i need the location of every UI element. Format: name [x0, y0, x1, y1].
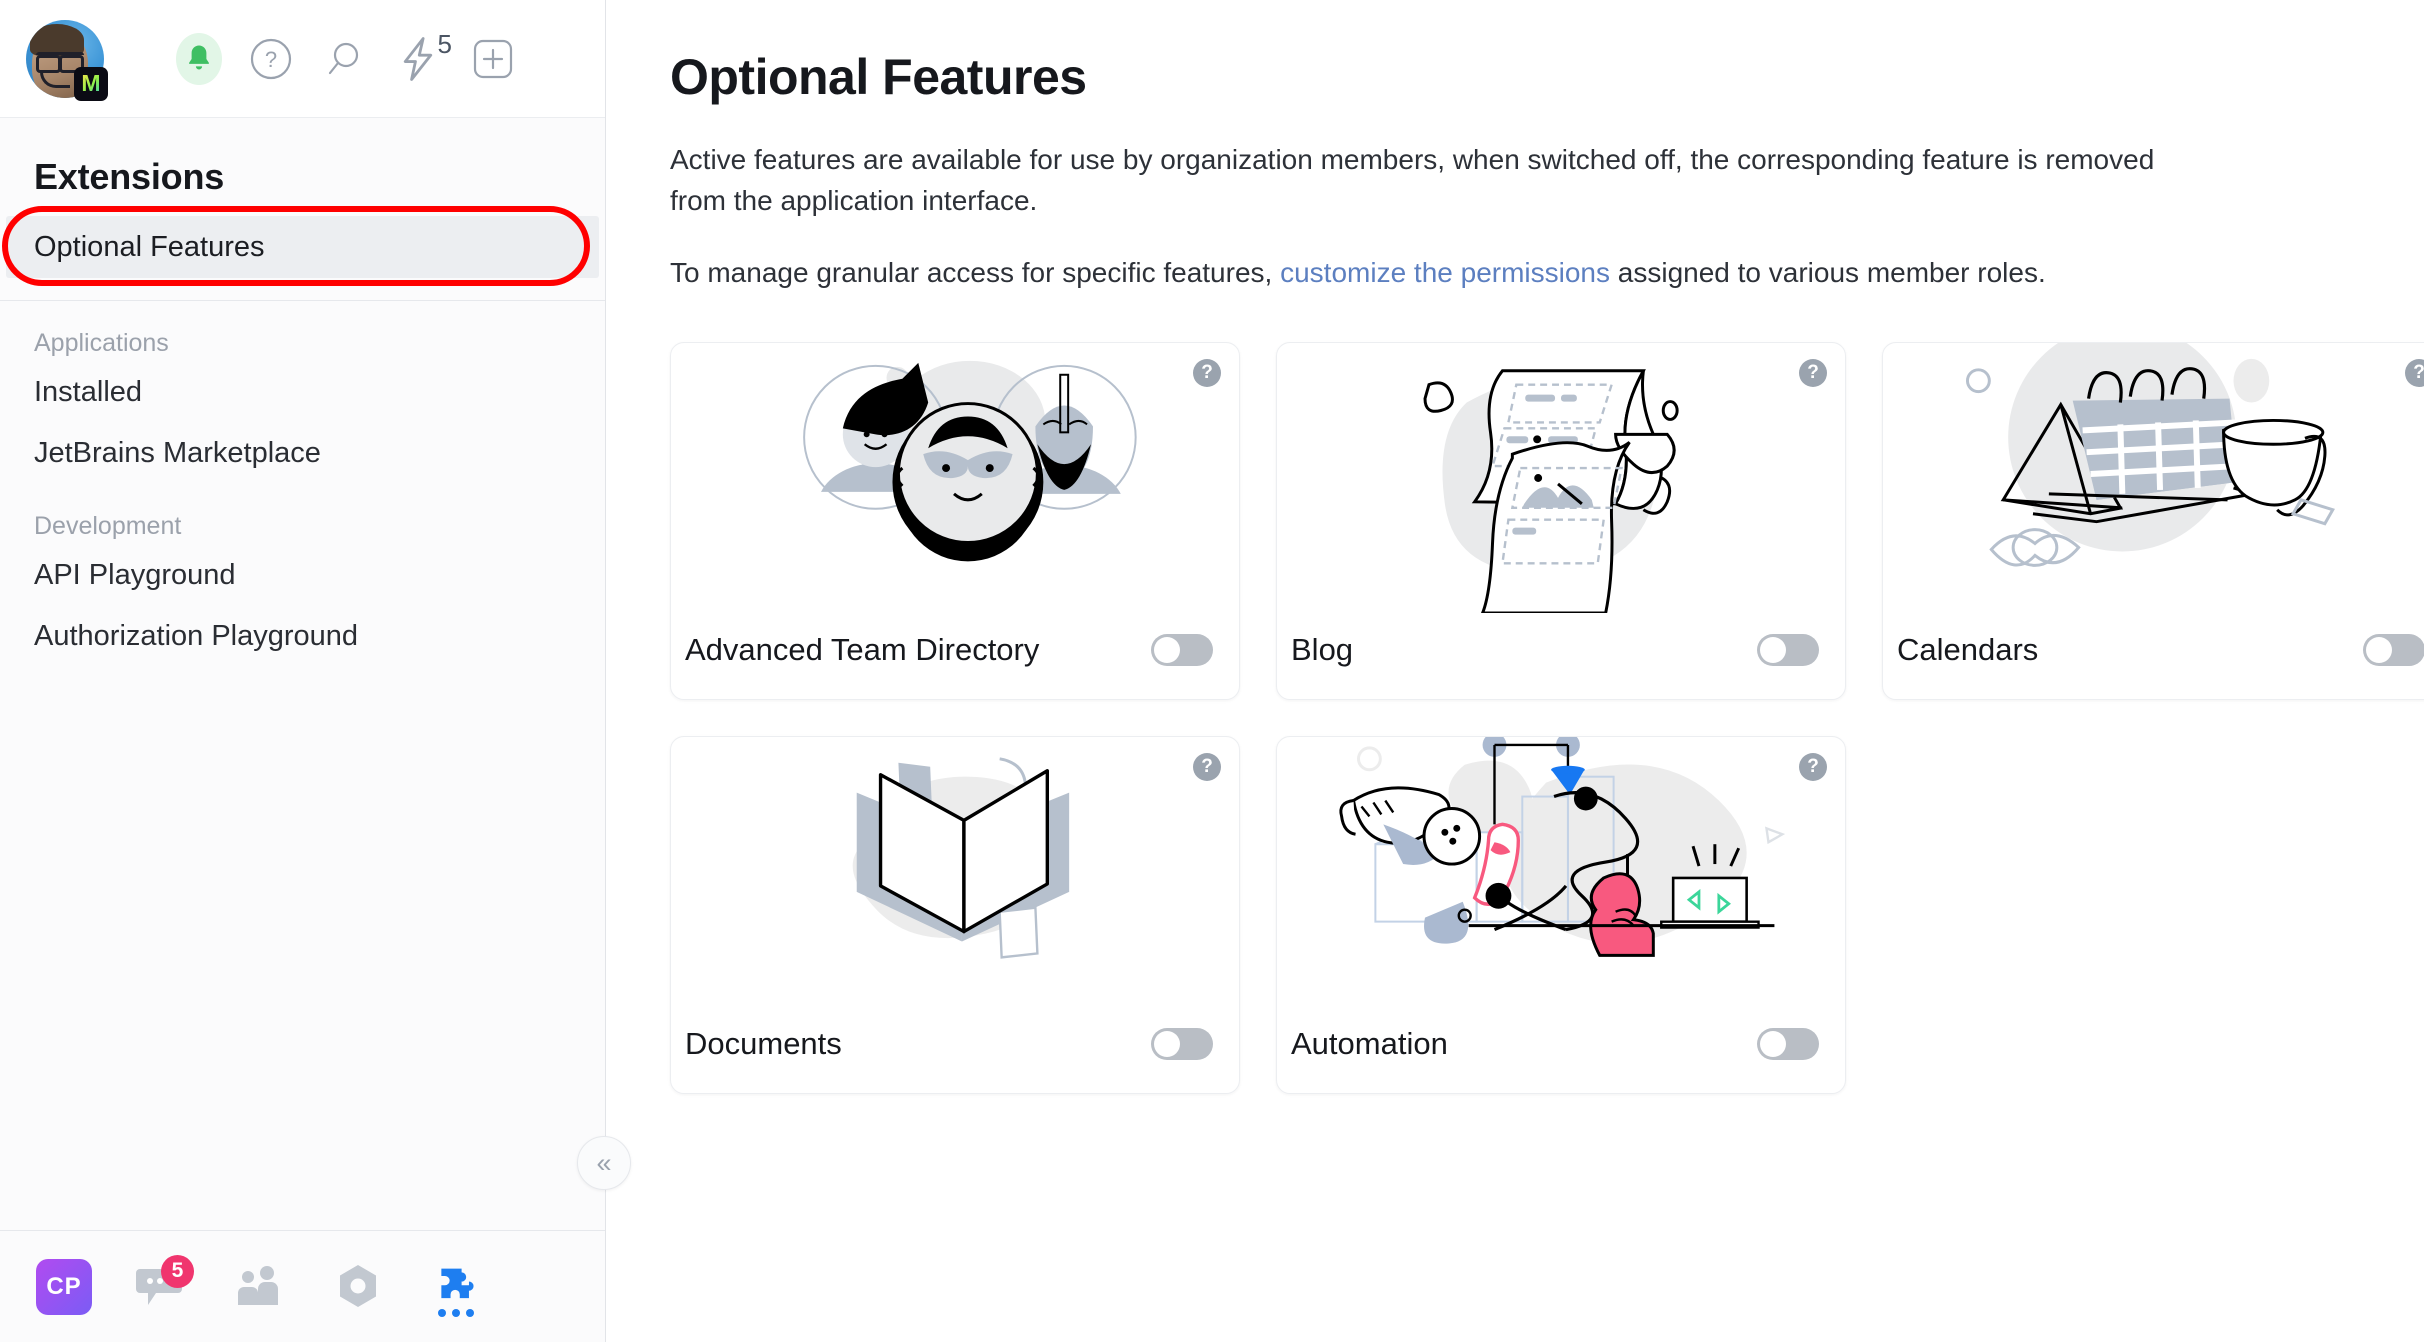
card-footer: Calendars: [1883, 613, 2424, 699]
feature-card-automation[interactable]: ? Automation: [1276, 735, 1846, 1094]
svg-text:?: ?: [265, 47, 277, 72]
avatar-glasses: [36, 51, 84, 73]
extensions-button[interactable]: [428, 1259, 484, 1317]
toggle-knob: [1154, 636, 1180, 663]
card-footer: Advanced Team Directory: [671, 613, 1239, 699]
description-paragraph-2: To manage granular access for specific f…: [670, 253, 2160, 294]
chat-button[interactable]: 5: [134, 1254, 194, 1315]
notifications-button[interactable]: [176, 32, 222, 85]
sidebar-item-installed[interactable]: Installed: [0, 362, 605, 423]
card-footer: Blog: [1277, 613, 1845, 699]
feature-title: Blog: [1291, 631, 1354, 667]
calendars-illustration: [1883, 342, 2424, 613]
search-button[interactable]: [320, 36, 366, 82]
feature-card-documents[interactable]: ? Documents: [670, 735, 1240, 1094]
hexagon-icon: [340, 1264, 376, 1307]
puzzle-icon: [441, 1268, 474, 1298]
sidebar-item-optional-features-wrap: Optional Features: [0, 206, 605, 286]
sidebar-bottom-bar: CP 5: [0, 1230, 605, 1342]
feature-toggle[interactable]: [1151, 1027, 1213, 1060]
card-footer: Documents: [671, 1007, 1239, 1093]
sidebar: M ? 5 Extensions Optional Features Appli…: [0, 0, 631, 1342]
automation-button[interactable]: 5: [392, 29, 452, 85]
automation-count-badge: 5: [437, 28, 452, 59]
settings-button[interactable]: [330, 1259, 386, 1315]
toggle-knob: [1760, 636, 1786, 663]
automation-illustration: [1277, 736, 1845, 1007]
sidebar-topbar: M ? 5: [0, 0, 605, 118]
paragraph2-suffix: assigned to various member roles.: [1610, 257, 2046, 289]
feature-title: Documents: [685, 1025, 842, 1061]
feature-toggle[interactable]: [1757, 633, 1819, 666]
feature-title: Calendars: [1897, 631, 2039, 667]
profile-initials-avatar[interactable]: CP: [36, 1258, 92, 1315]
help-icon[interactable]: ?: [1193, 358, 1221, 387]
sidebar-item-authorization-playground[interactable]: Authorization Playground: [0, 606, 605, 667]
header-icon-group: ? 5: [176, 29, 516, 85]
documents-art: [819, 757, 1070, 959]
customize-permissions-link[interactable]: customize the permissions: [1280, 257, 1610, 288]
create-button[interactable]: [470, 36, 516, 82]
feature-toggle[interactable]: [1151, 633, 1213, 666]
team-icon: [238, 1265, 278, 1305]
calendars-art: [1965, 342, 2335, 567]
documents-illustration: [671, 737, 1239, 1007]
help-button[interactable]: ?: [248, 36, 294, 82]
sidebar-collapse-button[interactable]: «: [577, 1136, 631, 1190]
lightning-icon: [403, 36, 433, 81]
card-footer: Automation: [1277, 1007, 1845, 1093]
help-icon[interactable]: ?: [1799, 752, 1827, 781]
toggle-knob: [2366, 636, 2392, 663]
blog-art: [1423, 369, 1679, 613]
sidebar-item-optional-features[interactable]: Optional Features: [6, 216, 599, 278]
description-paragraph-1: Active features are available for use by…: [670, 144, 2155, 216]
sidebar-item-jetbrains-marketplace[interactable]: JetBrains Marketplace: [0, 423, 605, 484]
extensions-active-indicator: [438, 1308, 474, 1317]
sidebar-item-api-playground[interactable]: API Playground: [0, 545, 605, 606]
plus-box-icon: [473, 39, 513, 78]
feature-title: Advanced Team Directory: [685, 631, 1040, 667]
main-content: Optional Features Active features are av…: [606, 0, 2424, 1342]
feature-toggle[interactable]: [2363, 633, 2424, 666]
avatar[interactable]: M: [26, 19, 108, 101]
toggle-knob: [1154, 1030, 1180, 1057]
help-icon[interactable]: ?: [2405, 358, 2424, 387]
app-root: M ? 5 Extensions Optional Features Appli…: [0, 0, 2424, 1342]
feature-card-calendars[interactable]: ? Calendars: [1882, 341, 2424, 700]
toggle-knob: [1760, 1030, 1786, 1057]
sidebar-group-applications-label: Applications: [34, 329, 169, 357]
org-badge-icon: M: [74, 66, 108, 101]
feature-title: Automation: [1291, 1025, 1448, 1061]
feature-card-blog[interactable]: ? Blog: [1276, 341, 1846, 700]
paragraph2-prefix: To manage granular access for specific f…: [670, 257, 1281, 289]
team-directory-art: [803, 360, 1137, 562]
bell-icon-background: [176, 32, 222, 85]
sidebar-group-development-label: Development: [34, 512, 182, 540]
avatar-hair: [30, 23, 84, 56]
help-icon[interactable]: ?: [1799, 358, 1827, 387]
feature-toggle[interactable]: [1757, 1027, 1819, 1060]
bell-icon: [189, 44, 209, 69]
team-button[interactable]: [232, 1259, 288, 1315]
feature-cards-grid: ? Advanced Team Directory ? Blog ? Calen…: [670, 341, 2424, 1094]
help-circle-icon: ?: [250, 38, 292, 79]
sidebar-title: Extensions: [34, 156, 225, 197]
org-badge-letter: M: [81, 70, 101, 96]
feature-card-advanced-team-directory[interactable]: ? Advanced Team Directory: [670, 341, 1240, 700]
chat-unread-badge: 5: [161, 1254, 194, 1288]
blog-illustration: [1277, 343, 1845, 613]
automation-art: [1339, 736, 1786, 957]
help-icon[interactable]: ?: [1193, 752, 1221, 781]
search-icon: [328, 42, 359, 74]
page-title: Optional Features: [670, 49, 1087, 105]
team-directory-illustration: [671, 343, 1239, 613]
